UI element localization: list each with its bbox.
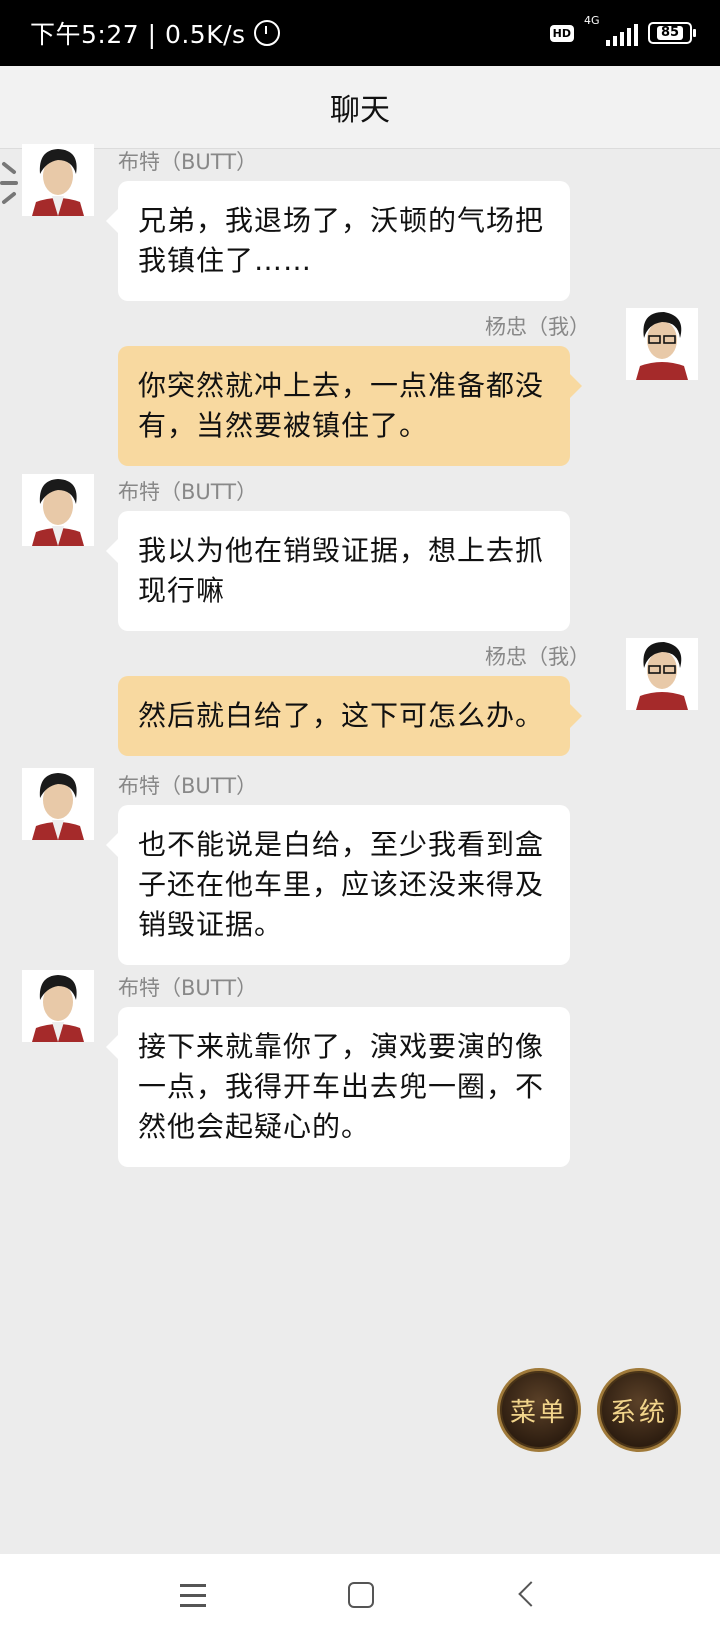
avatar-butt[interactable] bbox=[22, 970, 94, 1042]
battery-icon: 85 bbox=[648, 22, 696, 44]
avatar-me[interactable] bbox=[626, 308, 698, 380]
nav-menu-icon[interactable] bbox=[180, 1584, 206, 1607]
message-bubble[interactable]: 然后就白给了，这下可怎么办。 bbox=[118, 676, 582, 756]
status-bar: 下午5:27 | 0.5K/s HD 4G 85 bbox=[0, 0, 720, 66]
avatar-butt[interactable] bbox=[22, 474, 94, 546]
nav-home-icon[interactable] bbox=[348, 1582, 374, 1608]
battery-level: 85 bbox=[656, 26, 684, 40]
sender-name: 布特（BUTT） bbox=[118, 774, 258, 798]
avatar-me[interactable] bbox=[626, 638, 698, 710]
message-bubble[interactable]: 我以为他在销毁证据，想上去抓现行嘛 bbox=[106, 511, 570, 631]
sender-name: 布特（BUTT） bbox=[118, 150, 258, 174]
network-type: 4G bbox=[584, 14, 600, 27]
sender-name: 布特（BUTT） bbox=[118, 976, 258, 1000]
status-time-speed: 下午5:27 | 0.5K/s bbox=[30, 20, 246, 49]
signal-icon: 4G bbox=[584, 14, 638, 46]
navigation-bar bbox=[0, 1554, 720, 1640]
system-button[interactable]: 系统 bbox=[597, 1368, 681, 1452]
sender-name: 杨忠（我） bbox=[485, 315, 590, 339]
message-bubble[interactable]: 你突然就冲上去，一点准备都没有，当然要被镇住了。 bbox=[118, 346, 582, 466]
message-bubble[interactable]: 接下来就靠你了，演戏要演的像一点，我得开车出去兜一圈，不然他会起疑心的。 bbox=[106, 1007, 570, 1167]
alarm-icon bbox=[253, 20, 280, 46]
hd-badge: HD bbox=[549, 24, 574, 42]
sender-name: 布特（BUTT） bbox=[118, 480, 258, 504]
nav-back-icon[interactable] bbox=[518, 1581, 544, 1607]
menu-button[interactable]: 菜单 bbox=[497, 1368, 581, 1452]
page-title: 聊天 bbox=[0, 66, 720, 149]
avatar-butt[interactable] bbox=[22, 768, 94, 840]
sender-name: 杨忠（我） bbox=[485, 645, 590, 669]
avatar-butt[interactable] bbox=[22, 144, 94, 216]
message-bubble[interactable]: 兄弟，我退场了，沃顿的气场把我镇住了…… bbox=[106, 181, 570, 301]
message-bubble[interactable]: 也不能说是白给，至少我看到盒子还在他车里，应该还没来得及销毁证据。 bbox=[106, 805, 570, 965]
